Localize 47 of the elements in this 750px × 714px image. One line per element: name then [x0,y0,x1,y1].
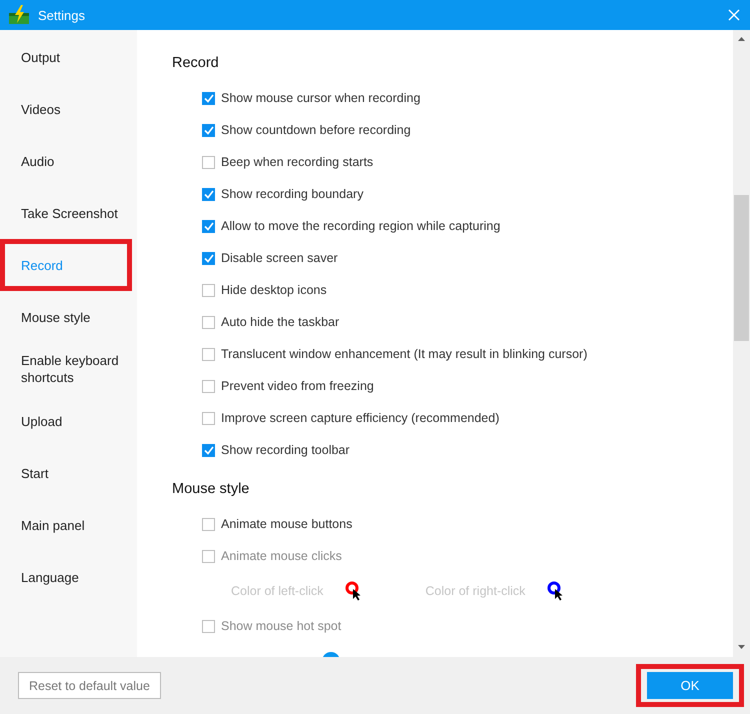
checkbox[interactable] [202,518,215,530]
checkbox[interactable] [202,412,215,424]
checkbox[interactable] [202,188,215,200]
sidebar-item[interactable]: Take Screenshot [0,187,137,239]
checkbox[interactable] [202,156,215,168]
color-label: Color of right-click [425,584,526,598]
color-label: Color of left-click [231,584,324,598]
sidebar-item[interactable]: Start [0,447,137,499]
checkbox-label: Animate mouse buttons [221,517,352,531]
section-heading: Record [172,54,220,72]
checkbox-label: Translucent window enhancement (It may result in blinking cursor) [221,347,588,361]
checkbox[interactable] [202,124,215,136]
checkbox[interactable] [202,220,215,232]
checkbox-label: Auto hide the taskbar [221,315,340,329]
checkbox-label: Prevent video from freezing [221,379,374,393]
checkbox-label: Show recording boundary [221,187,364,201]
sidebar-item[interactable]: Enable keyboard shortcuts [0,343,137,395]
sidebar-item[interactable]: Mouse style [0,291,137,343]
checkbox[interactable] [202,444,215,456]
checkbox-label: Hide desktop icons [221,283,327,297]
sidebar-item[interactable]: Upload [0,395,137,447]
checkbox[interactable] [202,284,215,296]
checkbox[interactable] [202,92,215,104]
checkbox-label: Improve screen capture efficiency (recommended) [221,411,500,425]
checkbox-label: Animate mouse clicks [221,549,342,563]
checkbox[interactable] [202,316,215,328]
app-logo-icon [8,5,30,25]
checkbox-label: Beep when recording starts [221,155,374,169]
checkbox-label: Show countdown before recording [221,123,411,137]
checkbox-label: Show mouse cursor when recording [221,91,420,105]
checkbox-label: Show recording toolbar [221,443,350,457]
section-heading: Mouse style [172,480,250,498]
reset-button[interactable]: Reset to default value [18,672,161,699]
sidebar-item[interactable]: Language [0,551,137,603]
checkbox[interactable] [202,380,215,392]
checkbox[interactable] [202,252,215,264]
sidebar-item[interactable]: Videos [0,83,137,135]
close-icon[interactable] [728,9,740,21]
scrollbar[interactable] [733,30,750,657]
sidebar-item[interactable]: Output [0,31,137,83]
sidebar-item[interactable]: Main panel [0,499,137,551]
checkbox[interactable] [202,348,215,360]
sidebar-item[interactable]: Audio [0,135,137,187]
window-title: Settings [38,8,86,22]
checkbox-label: Show mouse hot spot [221,619,342,633]
checkbox-label: Disable screen saver [221,251,338,265]
checkbox-label: Allow to move the recording region while capturing [221,219,500,233]
